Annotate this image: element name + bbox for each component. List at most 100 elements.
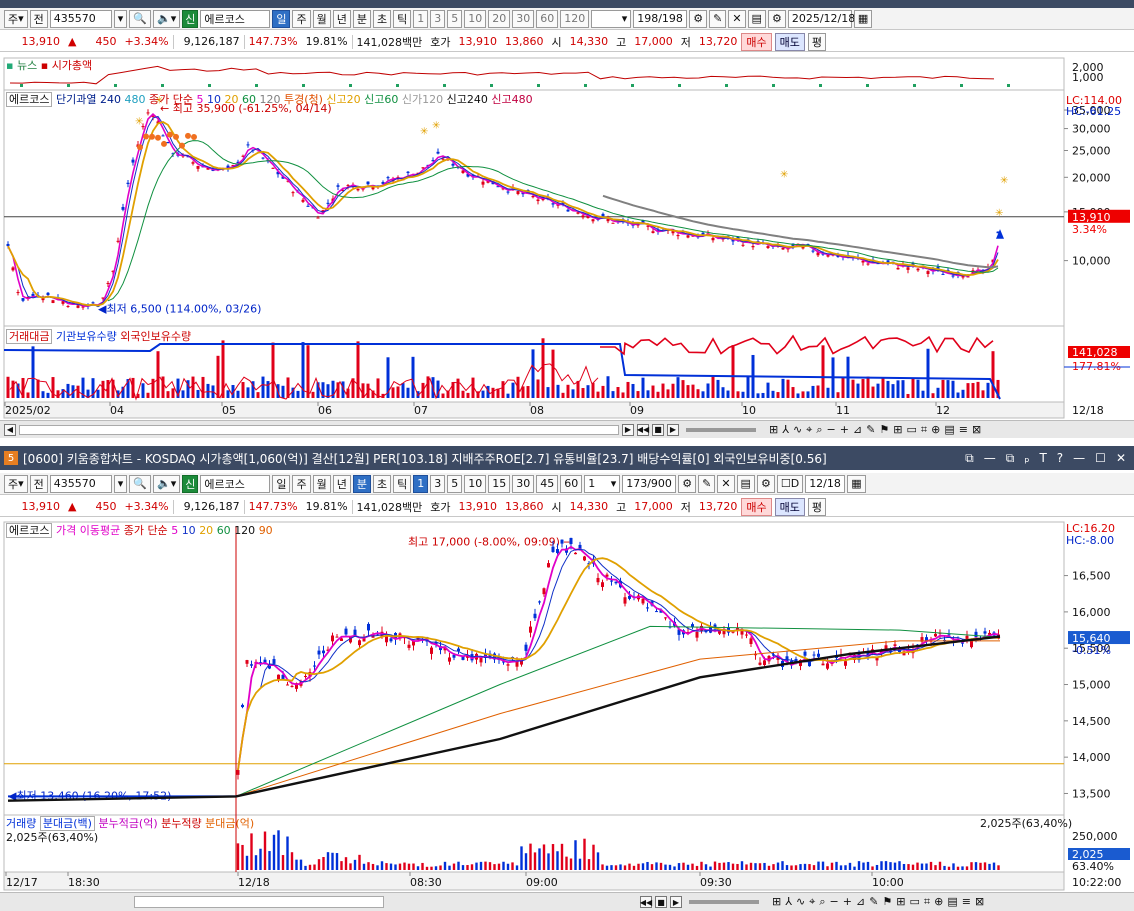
- drawing-tools[interactable]: ⊞ ⅄ ∿ ⌖ ⌕ − + ⊿ ✎ ⚑ ⊞ ▭ ⌗ ⊕ ▤ ≡ ⊠: [772, 895, 984, 909]
- speaker-icon[interactable]: 🔈▾: [153, 474, 181, 493]
- interval-30[interactable]: 30: [512, 474, 535, 493]
- zoom-slider[interactable]: [686, 427, 756, 432]
- calendar-icon[interactable]: ▦: [853, 9, 873, 28]
- period-month[interactable]: 월: [312, 474, 331, 493]
- code-input[interactable]: 435570: [49, 474, 112, 493]
- interval-30[interactable]: 30: [512, 9, 535, 28]
- bottom-minute-chart[interactable]: 16,50016,00015,50015,00014,50014,00013,5…: [0, 518, 1134, 892]
- custom-interval-input[interactable]: ▾: [591, 9, 632, 28]
- scroll-left-icon[interactable]: ◀: [4, 423, 16, 436]
- speaker-icon[interactable]: 🔈▾: [153, 9, 181, 28]
- count-field[interactable]: 198/198: [633, 9, 688, 28]
- draw-icon[interactable]: ✎: [698, 474, 716, 493]
- d-checkbox[interactable]: ☐ D: [776, 474, 804, 493]
- period-year[interactable]: 년: [332, 474, 351, 493]
- period-week[interactable]: 주: [292, 474, 311, 493]
- settings-icon[interactable]: ⚙: [689, 9, 708, 28]
- interval-20[interactable]: 20: [488, 9, 511, 28]
- search-icon[interactable]: 🔍: [129, 474, 152, 493]
- period-minute[interactable]: 분: [352, 9, 371, 28]
- draw-icon[interactable]: ✎: [709, 9, 727, 28]
- code-input[interactable]: 435570: [49, 9, 112, 28]
- gear-icon[interactable]: ⚙: [767, 9, 786, 28]
- bottom-chart-scrollbar[interactable]: ◀◀ ■ ▶ ⊞ ⅄ ∿ ⌖ ⌕ − + ⊿ ✎ ⚑ ⊞ ▭ ⌗ ⊕ ▤ ≡ ⊠: [0, 892, 1134, 911]
- interval-3[interactable]: 3: [430, 9, 446, 28]
- scroll-thumb[interactable]: [134, 896, 384, 908]
- tile-icon[interactable]: ⧉: [1006, 451, 1015, 466]
- prev-button[interactable]: 전: [29, 9, 48, 28]
- chart-type-select[interactable]: 주 ▾: [4, 474, 28, 493]
- drawing-tools[interactable]: ⊞ ⅄ ∿ ⌖ ⌕ − + ⊿ ✎ ⚑ ⊞ ▭ ⌗ ⊕ ▤ ≡ ⊠: [769, 423, 981, 437]
- play-icon[interactable]: ▶: [667, 423, 679, 436]
- print-icon[interactable]: ₚ: [1024, 451, 1029, 466]
- period-week[interactable]: 주: [292, 9, 311, 28]
- interval-5[interactable]: 5: [447, 9, 463, 28]
- interval-60[interactable]: 60: [560, 474, 583, 493]
- period-tick[interactable]: 틱: [393, 9, 412, 28]
- rewind-icon[interactable]: ◀◀: [640, 896, 652, 908]
- top-daily-chart[interactable]: 2,0001,00035,00030,00025,00020,00015,000…: [0, 54, 1134, 422]
- interval-10[interactable]: 10: [464, 9, 487, 28]
- dropdown-icon[interactable]: ▾: [113, 474, 128, 493]
- scroll-right-icon[interactable]: ▶: [622, 423, 634, 436]
- period-month[interactable]: 월: [312, 9, 331, 28]
- buy-button[interactable]: 매수: [741, 32, 772, 51]
- interval-3[interactable]: 3: [430, 474, 446, 493]
- scroll-track[interactable]: [387, 896, 637, 908]
- interval-5[interactable]: 5: [447, 474, 463, 493]
- save-icon[interactable]: ▤: [747, 9, 766, 28]
- scroll-track[interactable]: [19, 424, 619, 435]
- interval-10[interactable]: 10: [464, 474, 487, 493]
- save-icon[interactable]: ▤: [736, 474, 755, 493]
- buy-button[interactable]: 매수: [741, 497, 772, 516]
- zoom-slider[interactable]: [689, 900, 759, 904]
- settings-icon[interactable]: ⚙: [678, 474, 697, 493]
- interval-120[interactable]: 120: [560, 9, 590, 28]
- sell-button[interactable]: 매도: [774, 497, 805, 516]
- sell-button[interactable]: 매도: [774, 32, 805, 51]
- rewind-icon[interactable]: ◀◀: [637, 423, 649, 436]
- prev-button[interactable]: 전: [29, 474, 48, 493]
- interval-45[interactable]: 45: [536, 474, 559, 493]
- chart-type-select[interactable]: 주 ▾: [4, 9, 28, 28]
- minimize-icon[interactable]: —: [1073, 451, 1085, 466]
- search-icon[interactable]: 🔍: [129, 9, 152, 28]
- minute-candle-body: [821, 663, 825, 666]
- minute-volume-bar: [686, 864, 690, 870]
- eval-button[interactable]: 평: [807, 497, 827, 516]
- period-second[interactable]: 초: [372, 474, 392, 493]
- date-field[interactable]: 2025/12/18: [787, 9, 855, 28]
- link-icon[interactable]: ⧉: [965, 451, 974, 466]
- gear-icon[interactable]: ⚙: [756, 474, 775, 493]
- calendar-icon[interactable]: ▦: [847, 474, 866, 493]
- top-chart-scrollbar[interactable]: ◀ ▶ ◀◀ ■ ▶ ⊞ ⅄ ∿ ⌖ ⌕ − + ⊿ ✎ ⚑ ⊞ ▭ ⌗ ⊕ ▤ ≡ ⊠: [0, 420, 1134, 438]
- period-tick[interactable]: 틱: [393, 474, 412, 493]
- dropdown-icon[interactable]: ▾: [113, 9, 128, 28]
- minimize-group-icon[interactable]: —: [984, 451, 996, 466]
- period-minute[interactable]: 분: [352, 474, 371, 493]
- stop-icon[interactable]: ■: [655, 896, 667, 908]
- interval-1[interactable]: 1: [413, 474, 429, 493]
- count-field[interactable]: 173/900: [622, 474, 677, 493]
- period-day[interactable]: 일: [272, 9, 291, 28]
- close-chart-icon[interactable]: ✕: [728, 9, 746, 28]
- period-day[interactable]: 일: [272, 474, 291, 493]
- interval-60[interactable]: 60: [536, 9, 559, 28]
- font-icon[interactable]: T: [1039, 451, 1046, 466]
- maximize-icon[interactable]: ☐: [1095, 451, 1106, 466]
- eval-button[interactable]: 평: [807, 32, 827, 51]
- help-icon[interactable]: ?: [1057, 451, 1063, 466]
- close-icon[interactable]: ✕: [1116, 451, 1126, 466]
- stock-name-field[interactable]: 에르코스: [200, 474, 271, 493]
- stock-name-field[interactable]: 에르코스: [200, 9, 271, 28]
- interval-15[interactable]: 15: [488, 474, 511, 493]
- period-year[interactable]: 년: [332, 9, 351, 28]
- custom-interval-input[interactable]: 1 ▾: [584, 474, 621, 493]
- play-icon[interactable]: ▶: [670, 896, 682, 908]
- date-field[interactable]: 12/18: [805, 474, 846, 493]
- minute-last-pct: -0.51%: [1072, 644, 1111, 657]
- close-chart-icon[interactable]: ✕: [717, 474, 735, 493]
- interval-1[interactable]: 1: [413, 9, 429, 28]
- period-second[interactable]: 초: [372, 9, 392, 28]
- stop-icon[interactable]: ■: [652, 423, 664, 436]
